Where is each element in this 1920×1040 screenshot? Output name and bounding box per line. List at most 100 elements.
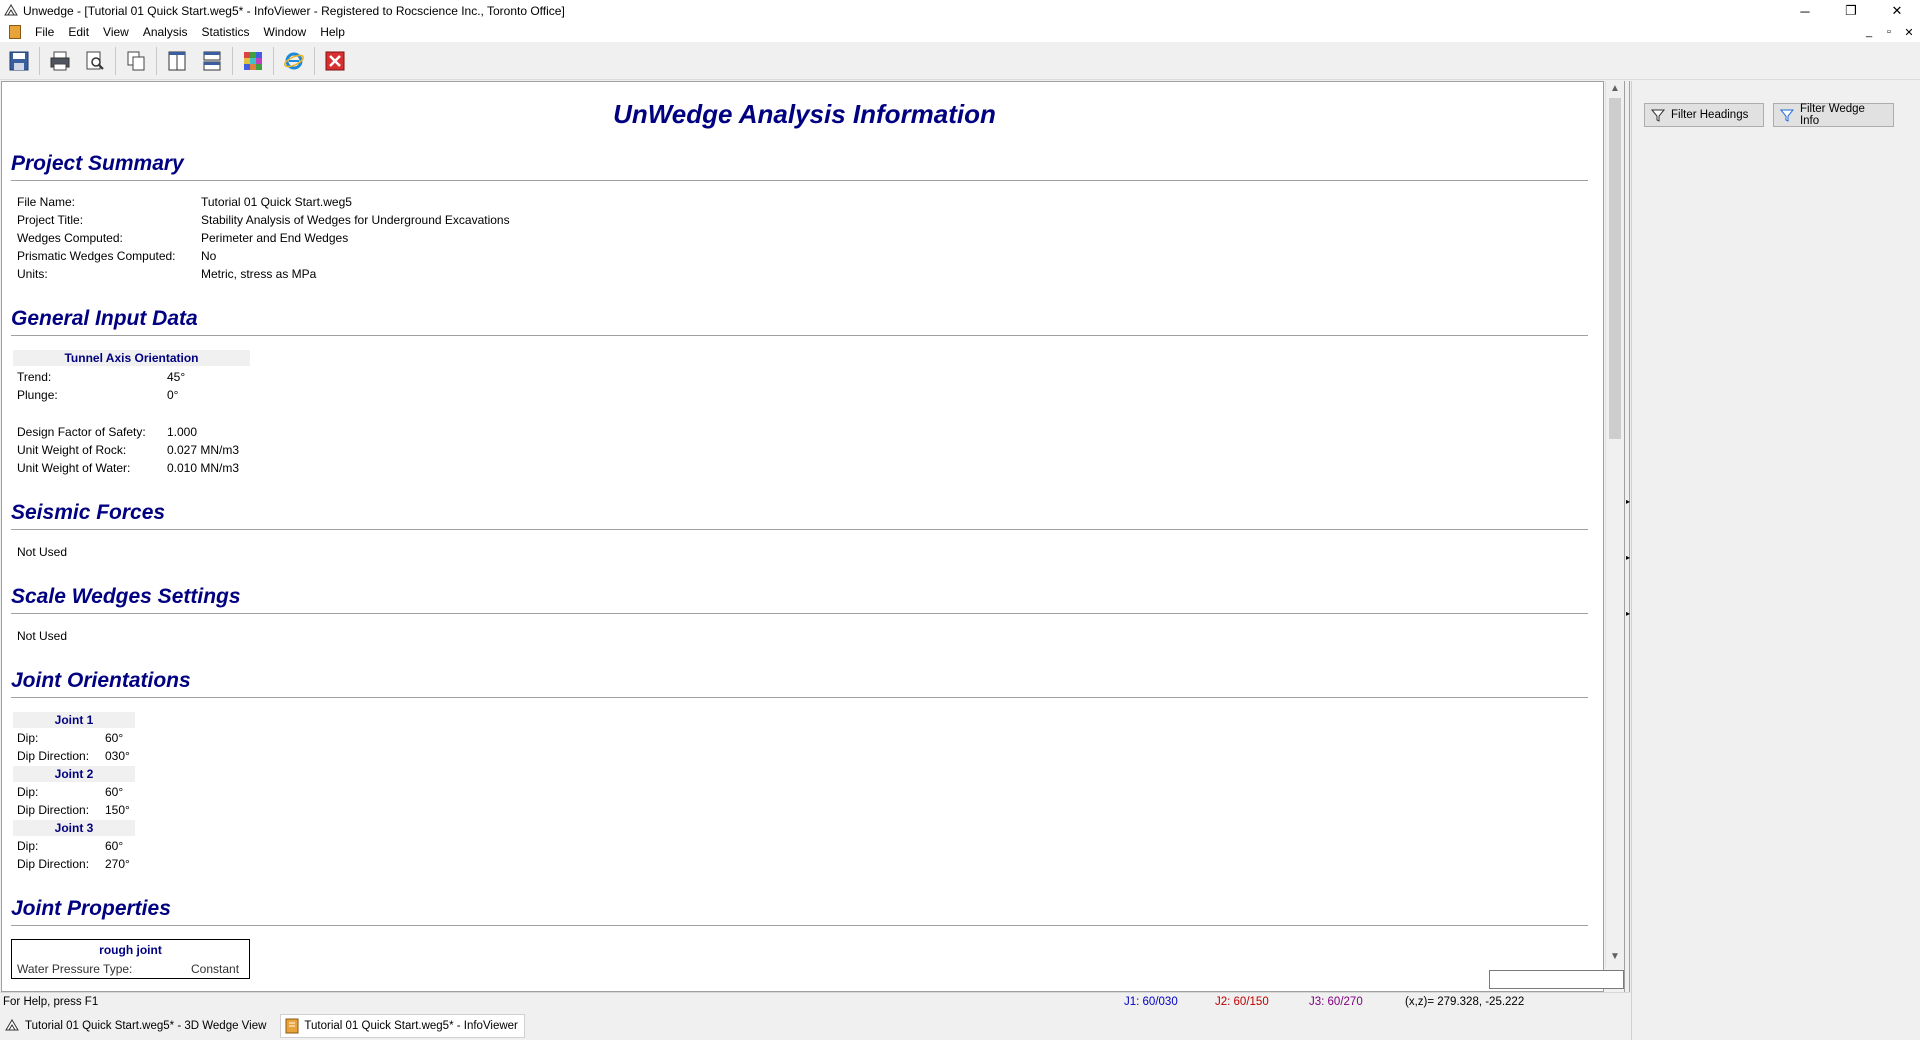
close-button[interactable]: ✕ (1874, 0, 1920, 22)
joint-dd-value: 150° (105, 803, 130, 817)
unwedge-view-icon (5, 1018, 19, 1030)
joint2-status: J2: 60/150 (1215, 996, 1269, 1008)
scroll-thumb[interactable] (1609, 98, 1621, 439)
orientation-label: Trend: (17, 370, 52, 384)
divider (11, 335, 1588, 336)
filter-wedge-info-label: Filter Wedge Info (1799, 103, 1865, 127)
unwedge-app-icon (4, 4, 18, 16)
close-view-icon[interactable] (320, 46, 350, 76)
tab-3d-wedge-view[interactable]: Tutorial 01 Quick Start.weg5* - 3D Wedge… (0, 1014, 272, 1038)
menu-window[interactable]: Window (257, 22, 314, 42)
param-label: Design Factor of Safety: (17, 425, 146, 439)
param-label: Unit Weight of Water: (17, 461, 131, 475)
filter-icon (1651, 109, 1665, 122)
orientation-value: 0° (167, 388, 179, 402)
vertical-scrollbar[interactable]: ▲ ▼ (1605, 81, 1623, 967)
splitter-arrow-icon: ▸ (1626, 609, 1631, 618)
joint-header: Joint 2 (13, 766, 135, 782)
param-value: 0.010 MN/m3 (167, 461, 240, 475)
toolbar (0, 42, 1920, 80)
save-icon[interactable] (4, 46, 34, 76)
status-bar: For Help, press F1 J1: 60/030 J2: 60/150… (0, 992, 1630, 1012)
section-heading-seismic: Seismic Forces (11, 501, 166, 524)
param-value: 0.027 MN/m3 (167, 443, 240, 457)
report-title: UnWedge Analysis Information (613, 99, 996, 129)
minimize-button[interactable]: ─ (1782, 0, 1828, 22)
restore-button[interactable]: ❐ (1828, 0, 1874, 22)
divider (11, 613, 1588, 614)
joint-header: Joint 1 (13, 712, 135, 728)
pane-splitter[interactable]: ▸ ▸ ▸ (1624, 81, 1630, 992)
joint-dip-value: 60° (105, 839, 124, 853)
tile-horizontal-icon[interactable] (197, 46, 227, 76)
tab-label: Tutorial 01 Quick Start.weg5* - InfoView… (304, 1019, 518, 1032)
menu-help[interactable]: Help (313, 22, 352, 42)
scroll-down-icon[interactable]: ▼ (1606, 949, 1624, 965)
joint-dip-label: Dip: (17, 839, 39, 853)
summary-value: Tutorial 01 Quick Start.weg5 (201, 195, 352, 209)
joint-dd-label: Dip Direction: (17, 749, 90, 763)
mdi-restore-icon[interactable]: ▫ (1882, 26, 1896, 38)
joint-dip-value: 60° (105, 731, 124, 745)
summary-label: Prismatic Wedges Computed: (17, 249, 176, 263)
menu-view[interactable]: View (96, 22, 136, 42)
orientation-label: Plunge: (17, 388, 58, 402)
status-input-box[interactable] (1489, 970, 1624, 989)
summary-label: Units: (17, 267, 48, 281)
section-heading-joint-properties: Joint Properties (11, 897, 171, 920)
window-tabs: Tutorial 01 Quick Start.weg5* - 3D Wedge… (0, 1013, 1630, 1038)
tab-label: Tutorial 01 Quick Start.weg5* - 3D Wedge… (25, 1019, 267, 1032)
seismic-text: Not Used (17, 545, 68, 559)
menu-statistics[interactable]: Statistics (195, 22, 257, 42)
title-bar: Unwedge - [Tutorial 01 Quick Start.weg5*… (0, 0, 1920, 22)
divider (11, 529, 1588, 530)
filter-icon (1780, 109, 1794, 122)
param-value: 1.000 (167, 425, 198, 439)
splitter-arrow-icon: ▸ (1626, 553, 1631, 562)
divider (11, 180, 1588, 181)
menu-file[interactable]: File (28, 22, 61, 42)
menu-edit[interactable]: Edit (61, 22, 96, 42)
joint-dip-value: 60° (105, 785, 124, 799)
tab-info-viewer[interactable]: Tutorial 01 Quick Start.weg5* - InfoView… (280, 1013, 525, 1038)
joint-dip-label: Dip: (17, 785, 39, 799)
menu-analysis[interactable]: Analysis (136, 22, 195, 42)
joint1-status: J1: 60/030 (1124, 996, 1178, 1008)
joint-dd-label: Dip Direction: (17, 857, 90, 871)
internet-explorer-icon[interactable] (279, 46, 309, 76)
joint-dip-label: Dip: (17, 731, 39, 745)
coordinates-status: (x,z)= 279.328, -25.222 (1405, 996, 1525, 1008)
window-title: Unwedge - [Tutorial 01 Quick Start.weg5*… (23, 4, 565, 18)
scale-text: Not Used (17, 629, 68, 643)
param-label: Unit Weight of Rock: (17, 443, 127, 457)
grid-icon[interactable] (238, 46, 268, 76)
summary-label: File Name: (17, 195, 76, 209)
filter-headings-label: Filter Headings (1671, 109, 1749, 121)
section-heading-scale-wedges: Scale Wedges Settings (11, 585, 241, 608)
mdi-close-icon[interactable]: ✕ (1902, 26, 1916, 39)
filter-pane: Filter Headings Filter Wedge Info (1631, 81, 1920, 1040)
document-icon[interactable] (9, 25, 21, 39)
splitter-arrow-icon: ▸ (1626, 497, 1631, 506)
menu-bar: File Edit View Analysis Statistics Windo… (0, 22, 1920, 42)
joint-dd-label: Dip Direction: (17, 803, 90, 817)
summary-value: No (201, 249, 217, 263)
joint-dd-value: 270° (105, 857, 130, 871)
section-heading-project-summary: Project Summary (11, 152, 184, 175)
tile-vertical-icon[interactable] (162, 46, 192, 76)
filter-wedge-info-button[interactable]: Filter Wedge Info (1773, 103, 1894, 127)
joint3-status: J3: 60/270 (1309, 996, 1363, 1008)
section-heading-joint-orientations: Joint Orientations (11, 669, 191, 692)
summary-label: Wedges Computed: (17, 231, 123, 245)
summary-value: Stability Analysis of Wedges for Undergr… (201, 213, 510, 227)
print-preview-icon[interactable] (80, 46, 110, 76)
print-icon[interactable] (45, 46, 75, 76)
copy-icon[interactable] (121, 46, 151, 76)
mdi-minimize-icon[interactable]: _ (1862, 26, 1876, 38)
scroll-up-icon[interactable]: ▲ (1606, 81, 1624, 97)
joint-header: Joint 3 (13, 820, 135, 836)
tunnel-axis-header: Tunnel Axis Orientation (13, 350, 250, 366)
filter-headings-button[interactable]: Filter Headings (1644, 103, 1764, 127)
divider (11, 697, 1588, 698)
summary-value: Perimeter and End Wedges (201, 231, 349, 245)
